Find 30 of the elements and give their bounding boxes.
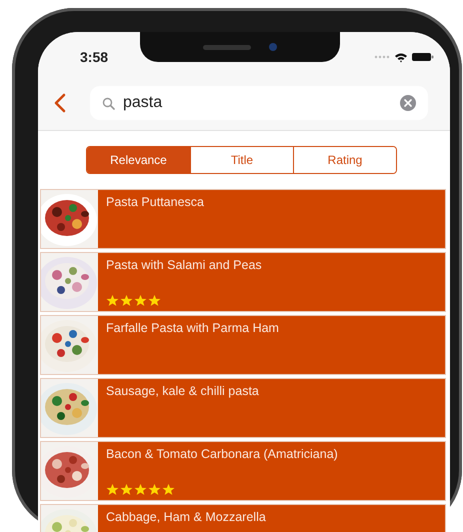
star-icon [106,294,119,307]
star-icon [134,294,147,307]
star-icon [120,483,133,496]
recipe-row[interactable]: Sausage, kale & chilli pasta [40,378,446,438]
wifi-icon [394,52,408,62]
recipe-title: Pasta Puttanesca [106,195,205,209]
star-icon [106,483,119,496]
recipe-title: Sausage, kale & chilli pasta [106,384,260,398]
recipe-title: Bacon & Tomato Carbonara (Amatriciana) [106,447,339,461]
recipe-row[interactable]: Cabbage, Ham & Mozzarella [40,504,446,532]
star-icon [162,483,175,496]
search-icon [102,96,115,110]
recipe-row[interactable]: Bacon & Tomato Carbonara (Amatriciana) [40,441,446,501]
recipe-row[interactable]: Pasta with Salami and Peas [40,252,446,312]
sort-tab[interactable]: Rating [293,147,396,173]
star-icon [148,483,161,496]
recipe-title: Farfalle Pasta with Parma Ham [106,321,280,335]
recipe-title: Cabbage, Ham & Mozzarella [106,510,267,524]
recipe-row[interactable]: Farfalle Pasta with Parma Ham [40,315,446,375]
recipe-row[interactable]: Pasta Puttanesca [40,189,446,249]
star-icon [120,294,133,307]
clear-icon[interactable] [400,95,416,111]
sort-tab[interactable]: Relevance [87,147,190,173]
status-time: 3:58 [80,49,108,65]
signal-icon [374,55,390,59]
star-icon [134,483,147,496]
star-icon [148,294,161,307]
search-field[interactable]: pasta [90,86,428,120]
recipe-title: Pasta with Salami and Peas [106,258,263,272]
battery-icon [412,52,434,62]
